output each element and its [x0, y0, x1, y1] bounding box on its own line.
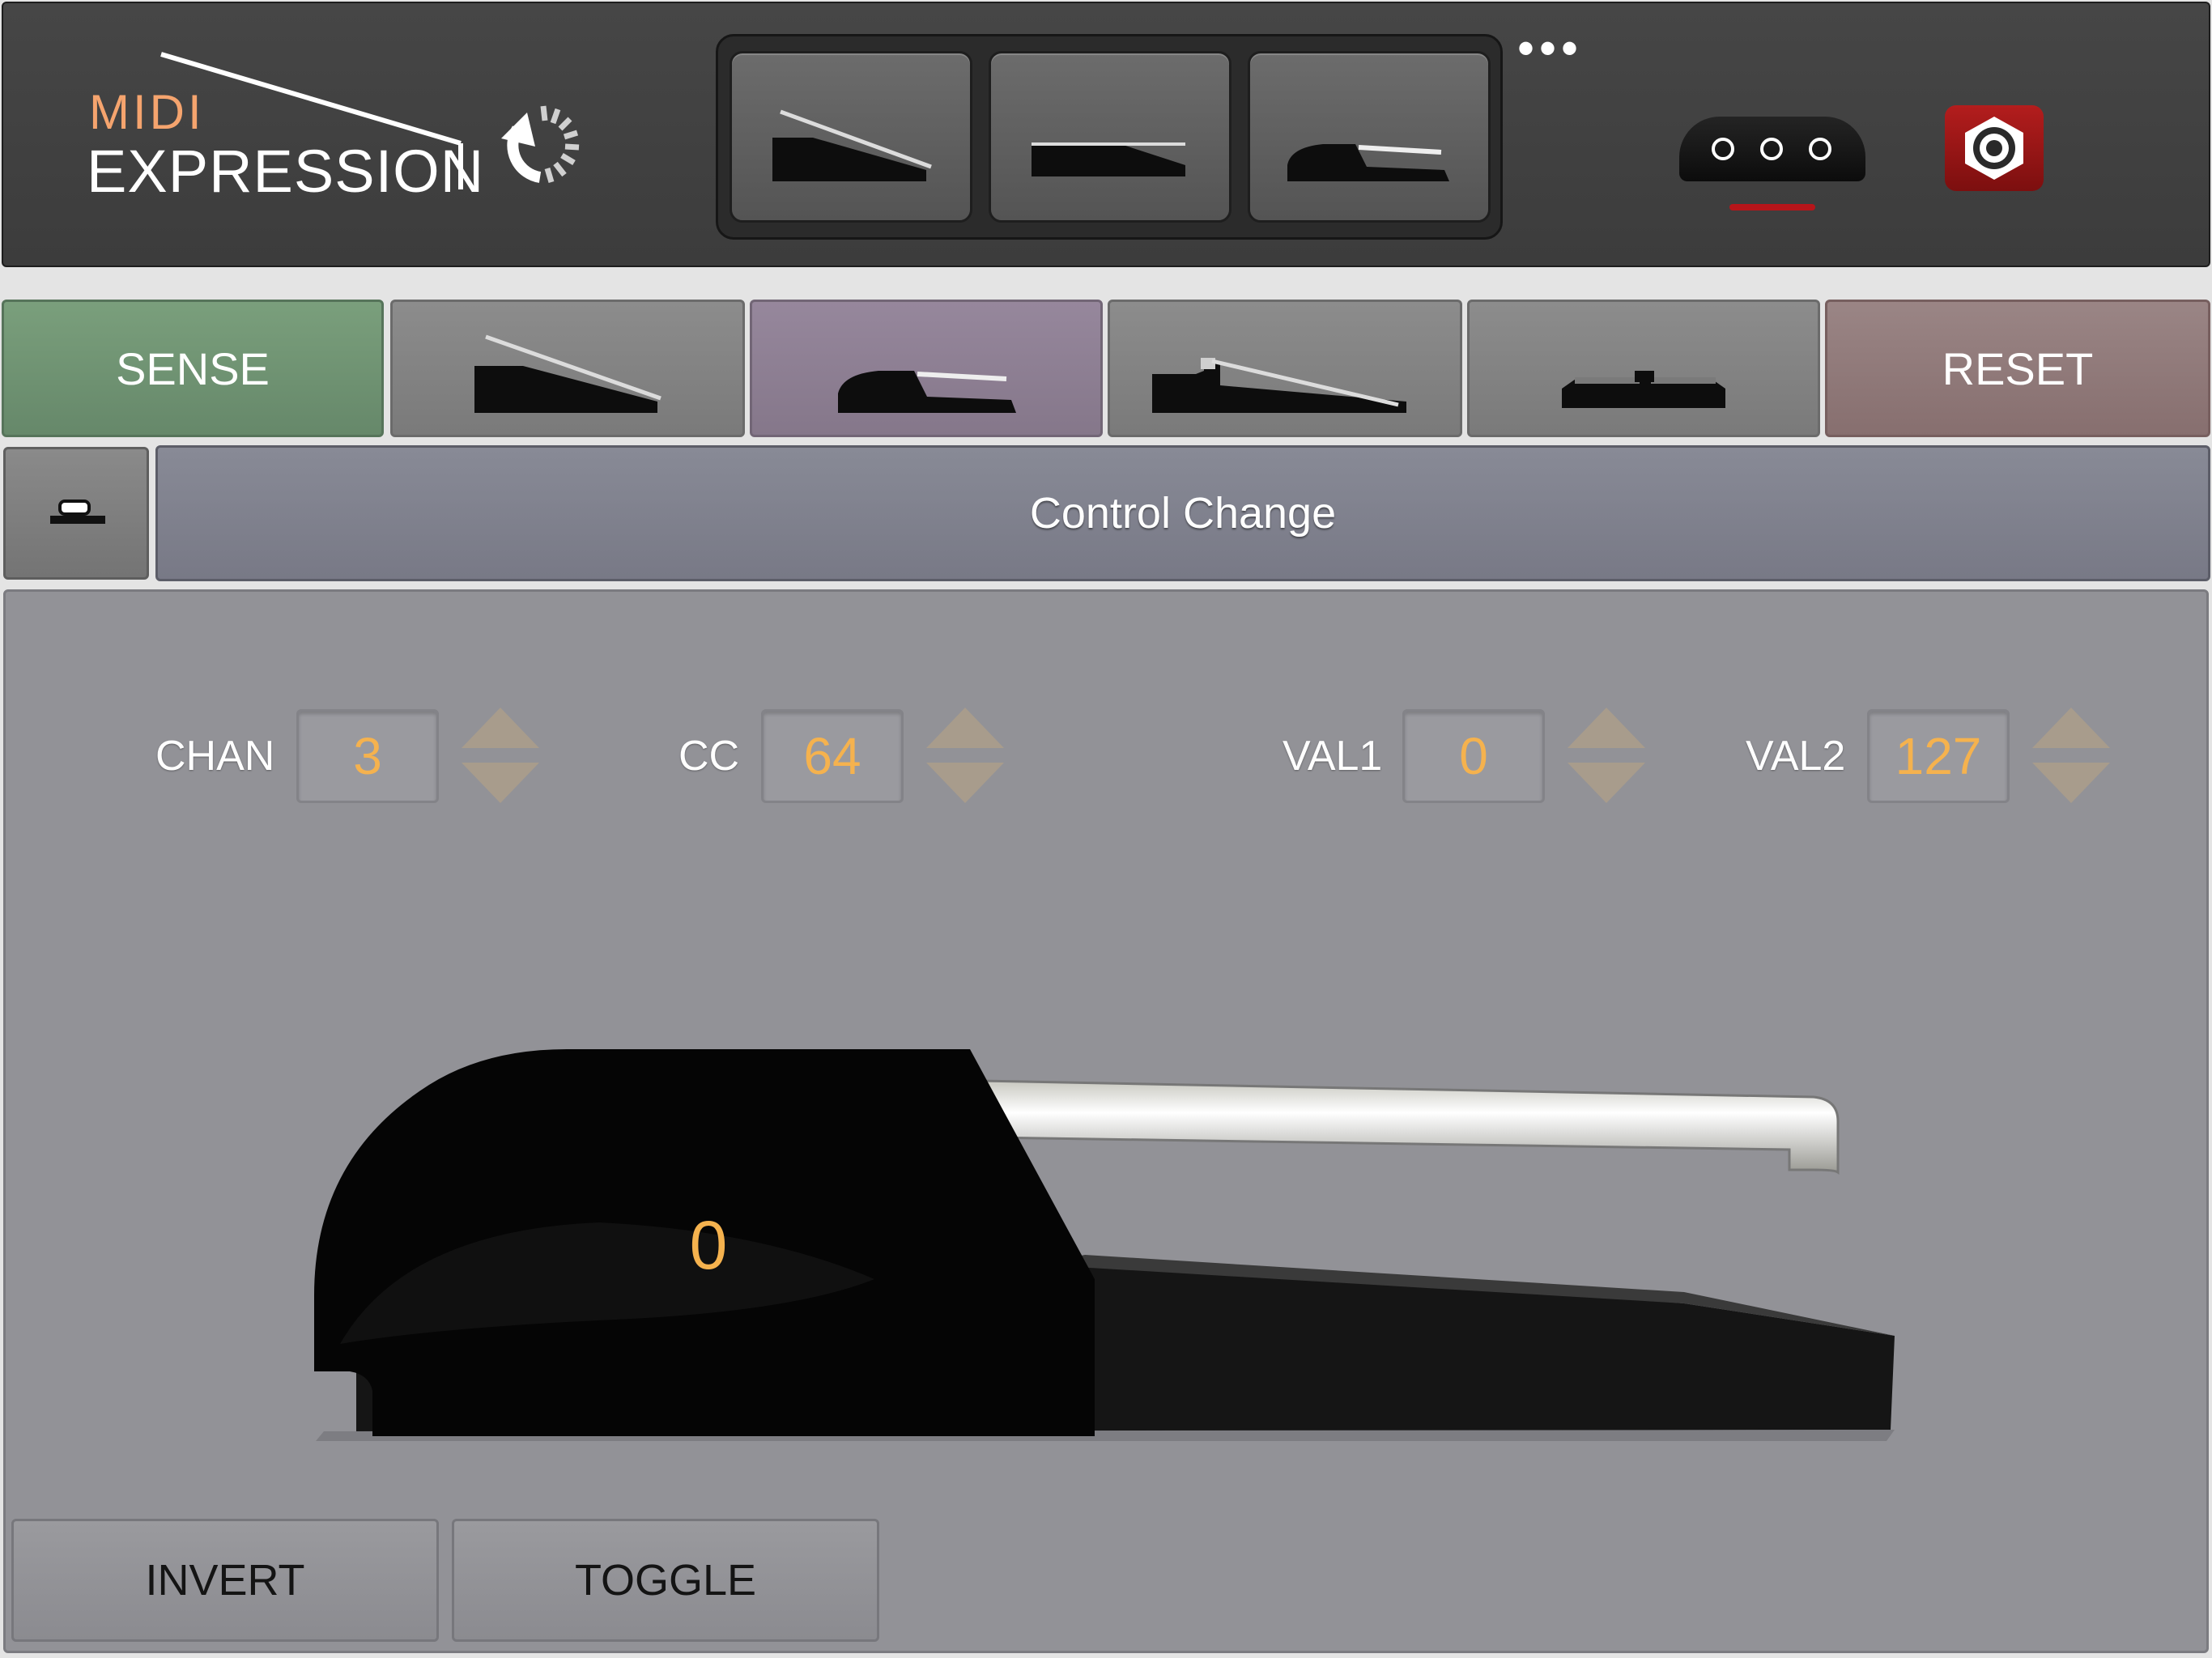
val1-increment-icon[interactable] — [1564, 704, 1648, 753]
toggle-button[interactable]: TOGGLE — [452, 1519, 879, 1642]
val2-increment-icon[interactable] — [2029, 704, 2113, 753]
footswitch-icon — [1562, 371, 1725, 408]
preset-expression-pedal[interactable] — [730, 51, 972, 223]
logo-midi-text: MIDI — [89, 85, 205, 139]
sustain-pedal-icon — [1287, 144, 1449, 181]
device-port-icon — [1760, 138, 1783, 160]
small-switch-icon — [50, 500, 105, 524]
sustain-pedal-icon — [838, 371, 1016, 413]
reset-button[interactable]: RESET — [1825, 300, 2210, 437]
pedal-type-piano[interactable] — [1108, 300, 1462, 437]
sustain-pedal-display[interactable] — [308, 1036, 1927, 1457]
pedal-type-footswitch[interactable] — [1467, 300, 1820, 437]
pedal-type-expression[interactable] — [390, 300, 745, 437]
jack-input-icon — [1965, 117, 2023, 180]
small-switch-button[interactable] — [3, 447, 149, 580]
val1-decrement-icon[interactable] — [1564, 758, 1648, 806]
chan-label: CHAN — [155, 733, 275, 780]
midi-device-icon[interactable] — [1679, 117, 1865, 181]
val2-decrement-icon[interactable] — [2029, 758, 2113, 806]
cc-decrement-icon[interactable] — [923, 758, 1007, 806]
app-logo: MIDI EXPRESSION — [80, 48, 615, 205]
jack-input-button[interactable] — [1945, 105, 2044, 191]
expression-pedal-icon — [772, 109, 932, 181]
val2-stepper[interactable] — [2029, 704, 2113, 806]
piano-pedal-icon — [1152, 358, 1406, 413]
val1-stepper[interactable] — [1564, 704, 1648, 806]
preset-sustain-pedal[interactable] — [1248, 51, 1491, 223]
pedal-value-readout: 0 — [689, 1207, 728, 1283]
chan-value-field[interactable]: 3 — [296, 709, 439, 803]
pedal-type-sustain[interactable] — [750, 300, 1103, 437]
sense-button[interactable]: SENSE — [2, 300, 384, 437]
val2-value-field[interactable]: 127 — [1867, 709, 2010, 803]
expression-pedal-icon — [474, 334, 661, 413]
device-port-icon — [1712, 138, 1734, 160]
top-header: MIDI EXPRESSION ••• — [2, 2, 2210, 267]
invert-button[interactable]: INVERT — [11, 1519, 439, 1642]
chan-stepper[interactable] — [458, 704, 542, 806]
val1-value-field[interactable]: 0 — [1402, 709, 1545, 803]
message-type-selector[interactable]: Control Change — [155, 445, 2210, 581]
preset-flat-expression-pedal[interactable] — [989, 51, 1231, 223]
refresh-icon[interactable] — [493, 96, 590, 193]
device-status-indicator — [1729, 204, 1815, 210]
cc-increment-icon[interactable] — [923, 704, 1007, 753]
logo-expression-text: EXPRESSION — [87, 138, 485, 205]
val1-label: VAL1 — [1283, 733, 1383, 780]
more-options-icon[interactable]: ••• — [1517, 24, 1583, 73]
val2-label: VAL2 — [1746, 733, 1846, 780]
cc-value-field[interactable]: 64 — [761, 709, 904, 803]
flat-expression-pedal-icon — [1032, 142, 1185, 176]
cc-label: CC — [678, 733, 740, 780]
device-port-icon — [1809, 138, 1831, 160]
cc-stepper[interactable] — [923, 704, 1007, 806]
preset-tray — [716, 34, 1503, 240]
chan-increment-icon[interactable] — [458, 704, 542, 753]
chan-decrement-icon[interactable] — [458, 758, 542, 806]
